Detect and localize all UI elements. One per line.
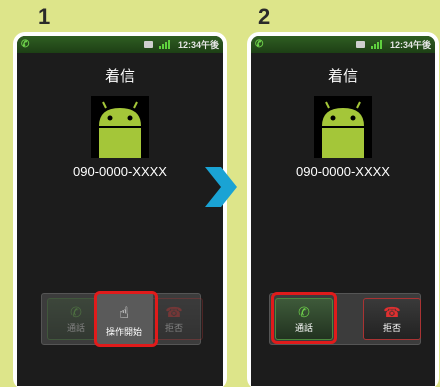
highlight-box-1: [94, 291, 158, 347]
phone-icon: ✆: [21, 39, 30, 50]
answer-label: 通話: [66, 323, 85, 334]
highlight-box-2: [271, 292, 337, 344]
android-avatar-icon: [91, 96, 149, 158]
phone-hangup-icon: ☎: [165, 304, 183, 321]
step-number-2: 2: [258, 4, 271, 29]
incoming-call-screen-1: ✆ 12:34午後 着信 090-0000-XXXX ✆ 通話 ☎ 拒否 ☝ 操…: [17, 36, 223, 386]
incoming-call-screen-2: ✆ 12:34午後 着信 090-0000-XXXX ✆ 通話 ☎ 拒否: [251, 36, 435, 386]
signal-icon: [158, 40, 170, 49]
caller-number: 090-0000-XXXX: [296, 164, 390, 179]
status-bar: ✆ 12:34午後: [17, 36, 223, 53]
status-time: 12:34午後: [177, 40, 219, 50]
status-time: 12:34午後: [389, 40, 431, 50]
decline-label: 拒否: [382, 323, 401, 334]
phone-answer-icon: ✆: [70, 304, 82, 321]
screen-title: 着信: [327, 67, 358, 85]
decline-button[interactable]: ☎ 拒否: [363, 298, 421, 340]
mail-icon: [143, 41, 153, 48]
caller-number: 090-0000-XXXX: [73, 164, 167, 179]
status-bar: ✆ 12:34午後: [251, 36, 435, 53]
android-avatar-icon: [314, 96, 372, 158]
screen-title: 着信: [104, 67, 135, 85]
next-step-arrow-icon: [205, 167, 237, 207]
decline-label: 拒否: [164, 323, 183, 334]
phone-frame-1: ✆ 12:34午後 着信 090-0000-XXXX ✆ 通話 ☎ 拒否 ☝ 操…: [13, 32, 227, 387]
phone-icon: ✆: [255, 39, 264, 50]
phone-hangup-icon: ☎: [383, 304, 401, 321]
step-number-1: 1: [38, 4, 51, 29]
signal-icon: [370, 40, 382, 49]
mail-icon: [355, 41, 365, 48]
phone-frame-2: ✆ 12:34午後 着信 090-0000-XXXX ✆ 通話 ☎ 拒否: [247, 32, 439, 387]
